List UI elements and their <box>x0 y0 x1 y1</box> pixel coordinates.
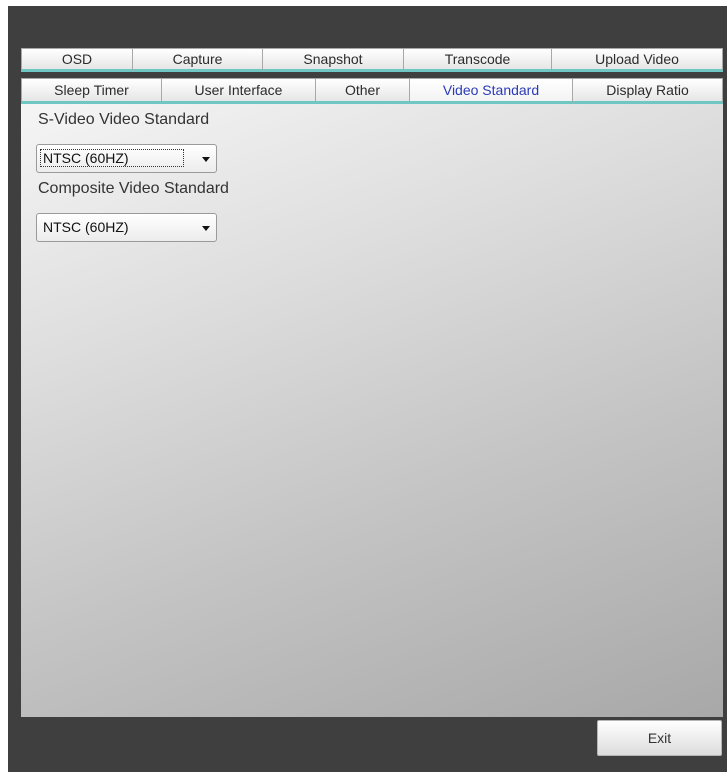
video-standard-panel: S-Video Video Standard NTSC (60HZ) Compo… <box>21 104 723 717</box>
tab-user-interface[interactable]: User Interface <box>162 78 316 104</box>
svideo-standard-value: NTSC (60HZ) <box>40 149 184 167</box>
tab-sleep-timer[interactable]: Sleep Timer <box>21 78 162 104</box>
tab-display-ratio[interactable]: Display Ratio <box>573 78 723 104</box>
tab-video-standard[interactable]: Video Standard <box>410 78 573 104</box>
tab-bar-row-1: OSD Capture Snapshot Transcode Upload Vi… <box>21 48 723 72</box>
chevron-down-icon <box>202 157 210 162</box>
tab-bar-row-2: Sleep Timer User Interface Other Video S… <box>21 78 723 104</box>
tab-other[interactable]: Other <box>316 78 410 104</box>
composite-standard-value: NTSC (60HZ) <box>43 219 129 235</box>
svideo-standard-select[interactable]: NTSC (60HZ) <box>36 144 217 173</box>
exit-button[interactable]: Exit <box>597 720 722 756</box>
composite-standard-label: Composite Video Standard <box>38 180 229 197</box>
composite-standard-select[interactable]: NTSC (60HZ) <box>36 213 217 242</box>
chevron-down-icon <box>202 226 210 231</box>
tab-transcode[interactable]: Transcode <box>404 48 552 72</box>
svideo-standard-label: S-Video Video Standard <box>38 111 210 128</box>
tab-snapshot[interactable]: Snapshot <box>263 48 404 72</box>
tab-capture[interactable]: Capture <box>133 48 263 72</box>
tab-osd[interactable]: OSD <box>21 48 133 72</box>
tab-upload-video[interactable]: Upload Video <box>552 48 723 72</box>
